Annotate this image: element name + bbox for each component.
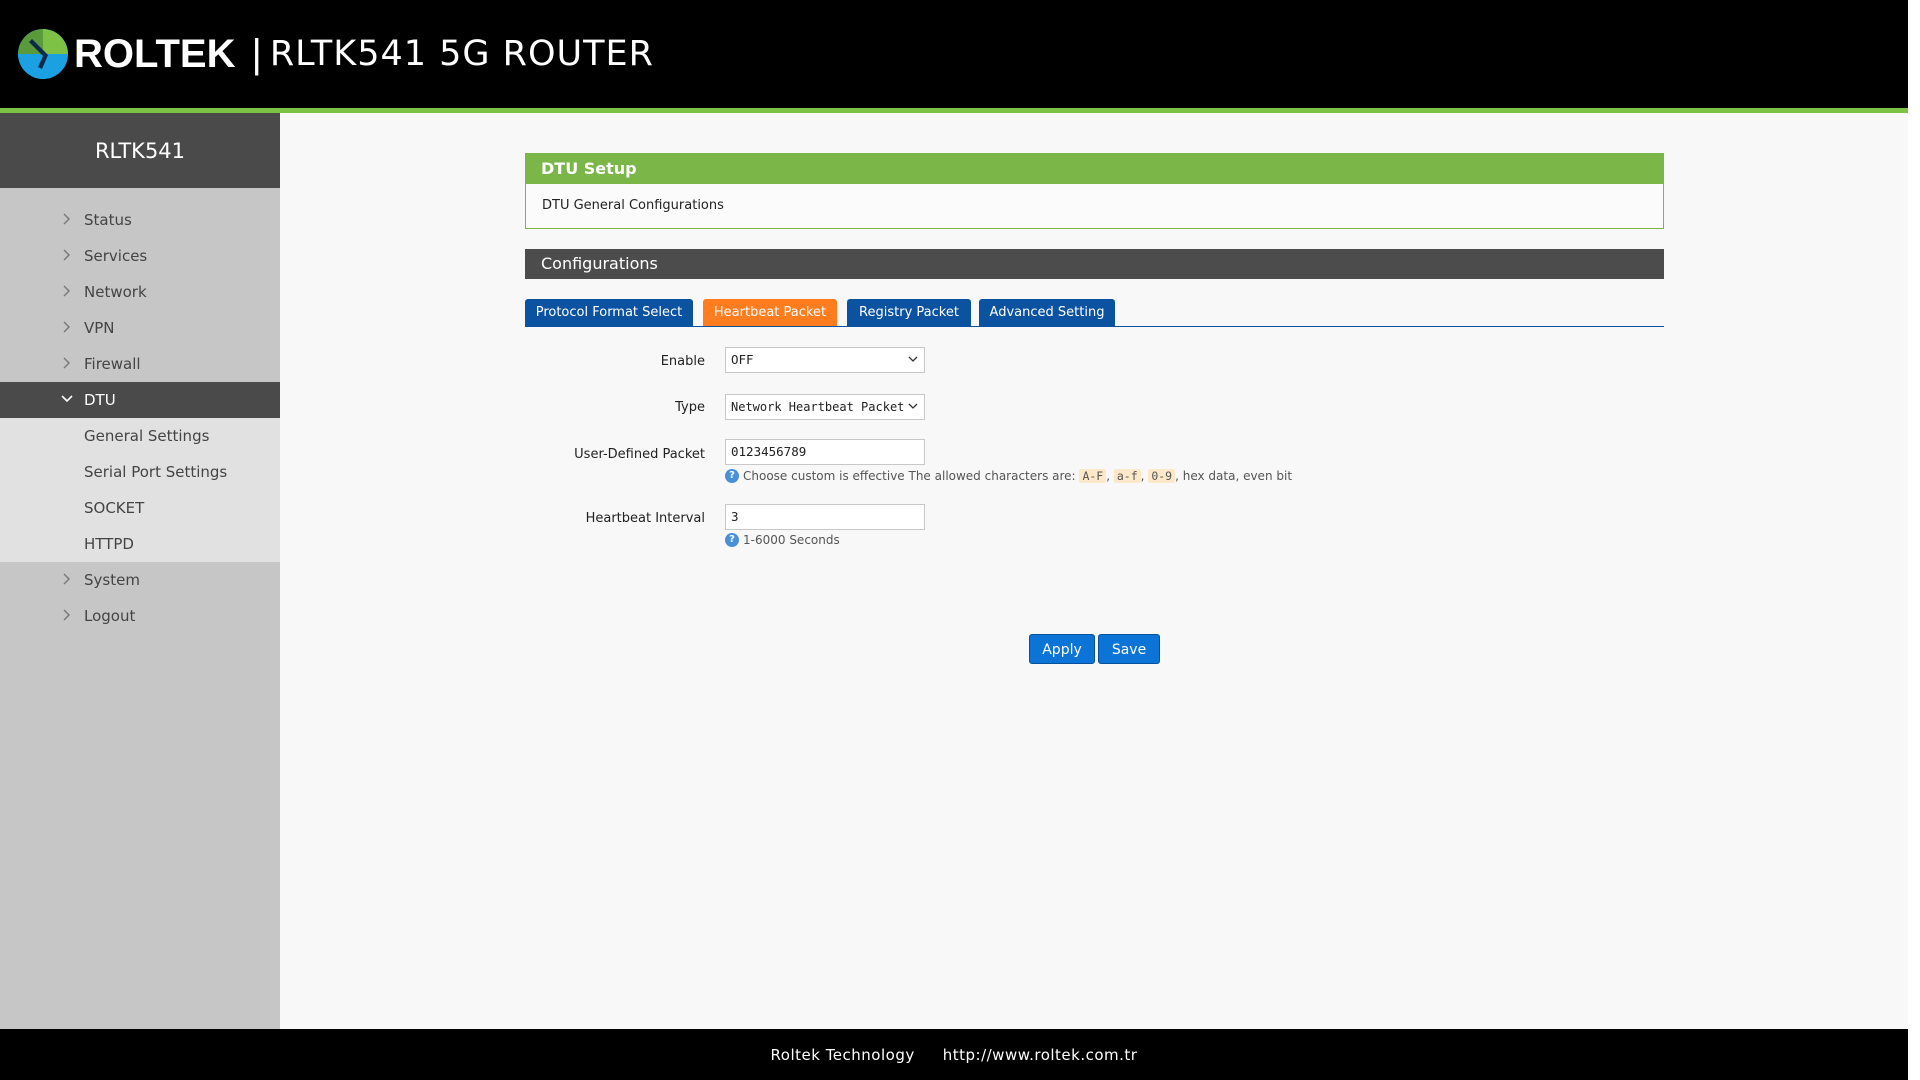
- tab-advanced-setting[interactable]: Advanced Setting: [979, 299, 1115, 326]
- sidebar-item-label: Firewall: [84, 355, 141, 373]
- type-select[interactable]: Network Heartbeat Packet: [725, 394, 925, 420]
- footer: Roltek Technology http://www.roltek.com.…: [0, 1029, 1908, 1080]
- chevron-right-icon: [63, 357, 70, 369]
- sidebar-item-firewall[interactable]: Firewall: [0, 346, 280, 382]
- sidebar-subitem-httpd[interactable]: HTTPD: [0, 526, 280, 562]
- chevron-right-icon: [63, 321, 70, 333]
- sidebar-item-system[interactable]: System: [0, 562, 280, 598]
- sidebar-subitem-general-settings[interactable]: General Settings: [0, 418, 280, 454]
- page-edge: [1908, 0, 1920, 1080]
- type-label: Type: [675, 400, 705, 415]
- app-header: ROLTEK | RLTK541 5G ROUTER: [0, 0, 1908, 108]
- footer-company: Roltek Technology: [770, 1045, 915, 1064]
- sidebar-item-network[interactable]: Network: [0, 274, 280, 310]
- sidebar-subitem-serial-port-settings[interactable]: Serial Port Settings: [0, 454, 280, 490]
- chevron-down-icon: [61, 395, 73, 403]
- header-separator: |: [251, 31, 262, 76]
- hint-code: 0-9: [1148, 469, 1176, 483]
- sidebar-item-label: Services: [84, 247, 148, 265]
- enable-select-value: OFF: [731, 352, 754, 367]
- chevron-right-icon: [63, 609, 70, 621]
- roltek-logo-icon: [18, 29, 68, 79]
- chevron-right-icon: [63, 213, 70, 225]
- sidebar-item-label: System: [84, 571, 140, 589]
- apply-button[interactable]: Apply: [1029, 634, 1095, 664]
- tab-registry-packet[interactable]: Registry Packet: [847, 299, 971, 326]
- model-title: RLTK541 5G ROUTER: [269, 34, 654, 74]
- panel-subtitle: DTU General Configurations: [525, 184, 1664, 229]
- chevron-right-icon: [63, 249, 70, 261]
- hint-code: a-f: [1113, 469, 1141, 483]
- sidebar-item-label: VPN: [84, 319, 115, 337]
- chevron-right-icon: [63, 573, 70, 585]
- sidebar-title: RLTK541: [0, 113, 280, 188]
- type-select-value: Network Heartbeat Packet: [731, 400, 905, 414]
- user-defined-packet-label: User-Defined Packet: [574, 447, 705, 462]
- tab-heartbeat-packet[interactable]: Heartbeat Packet: [703, 299, 837, 326]
- configurations-header: Configurations: [525, 249, 1664, 279]
- enable-label: Enable: [660, 354, 705, 369]
- sidebar-item-label: SOCKET: [84, 499, 145, 517]
- sidebar-item-label: Serial Port Settings: [84, 463, 228, 481]
- sidebar-item-vpn[interactable]: VPN: [0, 310, 280, 346]
- sidebar: RLTK541 Status Services Network VPN Fire…: [0, 113, 280, 1029]
- heartbeat-interval-input[interactable]: 3: [725, 504, 925, 530]
- hint-comma: ,: [1140, 469, 1145, 483]
- sidebar-item-label: HTTPD: [84, 535, 134, 553]
- user-defined-packet-hint: ? Choose custom is effective The allowed…: [725, 469, 1292, 483]
- heartbeat-interval-hint: ? 1-6000 Seconds: [725, 533, 840, 547]
- hint-code: A-F: [1079, 469, 1107, 483]
- sidebar-item-services[interactable]: Services: [0, 238, 280, 274]
- sidebar-item-status[interactable]: Status: [0, 202, 280, 238]
- help-icon: ?: [725, 533, 739, 547]
- hint-text: Choose custom is effective The allowed c…: [743, 469, 1076, 483]
- sidebar-menu: Status Services Network VPN Firewall DTU…: [0, 202, 280, 634]
- hint-comma: ,: [1106, 469, 1111, 483]
- help-icon: ?: [725, 469, 739, 483]
- sidebar-item-label: Status: [84, 211, 132, 229]
- heartbeat-interval-label: Heartbeat Interval: [585, 511, 705, 526]
- hint-text: 1-6000 Seconds: [743, 533, 840, 547]
- sidebar-item-label: DTU: [84, 391, 116, 409]
- chevron-right-icon: [63, 285, 70, 297]
- chevron-down-icon: [908, 403, 918, 409]
- sidebar-item-dtu[interactable]: DTU: [0, 382, 280, 418]
- panel-title: DTU Setup: [525, 153, 1664, 184]
- chevron-down-icon: [908, 356, 918, 362]
- brand-logo: ROLTEK | RLTK541 5G ROUTER: [18, 28, 654, 80]
- sidebar-subitem-socket[interactable]: SOCKET: [0, 490, 280, 526]
- sidebar-item-logout[interactable]: Logout: [0, 598, 280, 634]
- save-button[interactable]: Save: [1098, 634, 1160, 664]
- sidebar-item-label: Logout: [84, 607, 136, 625]
- brand-name: ROLTEK: [74, 31, 236, 76]
- footer-url[interactable]: http://www.roltek.com.tr: [943, 1046, 1138, 1064]
- hint-suffix: , hex data, even bit: [1175, 469, 1293, 483]
- user-defined-packet-input[interactable]: 0123456789: [725, 439, 925, 465]
- config-tabs: Protocol Format Select Heartbeat Packet …: [525, 299, 1664, 327]
- enable-select[interactable]: OFF: [725, 347, 925, 373]
- tab-protocol-format-select[interactable]: Protocol Format Select: [525, 299, 693, 326]
- sidebar-item-label: General Settings: [84, 427, 210, 445]
- sidebar-item-label: Network: [84, 283, 147, 301]
